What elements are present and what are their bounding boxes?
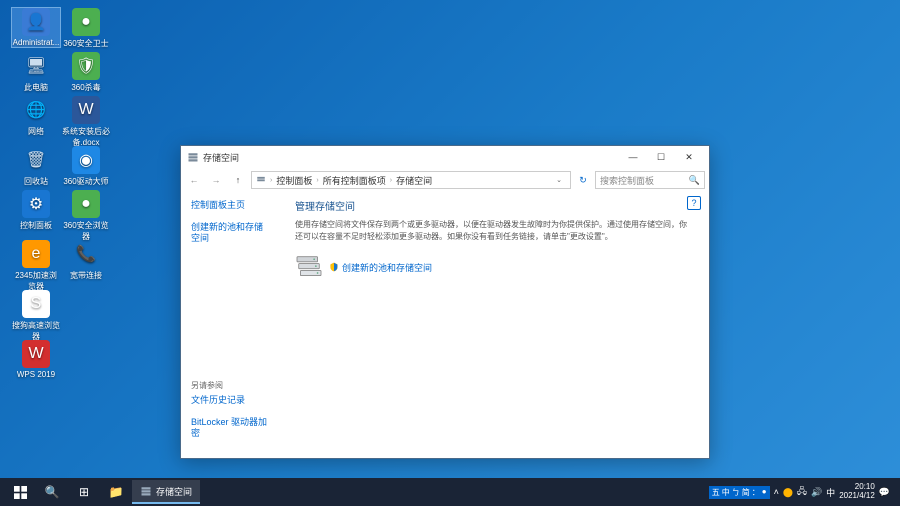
desktop-icon[interactable]: 🌐网络 xyxy=(12,96,60,137)
back-button[interactable]: ← xyxy=(185,171,203,189)
tray-security-icon[interactable]: ⬤ xyxy=(783,487,793,498)
desktop-icon[interactable]: WWPS 2019 xyxy=(12,340,60,379)
desktop-icon[interactable]: ⚙控制面板 xyxy=(12,190,60,231)
storage-icon xyxy=(187,151,199,163)
desktop-icon[interactable]: 📞宽带连接 xyxy=(62,240,110,281)
maximize-button[interactable]: ☐ xyxy=(647,148,675,166)
shield-icon xyxy=(329,262,339,272)
breadcrumb[interactable]: › 控制面板 › 所有控制面板项 › 存储空间 ⌄ xyxy=(251,171,571,189)
tray-volume-icon[interactable]: 🔊 xyxy=(811,487,822,498)
tray-network-icon[interactable]: 🖧 xyxy=(797,484,807,500)
tray-up-icon[interactable]: ˄ xyxy=(774,487,779,497)
desktop-icon[interactable]: e2345加速浏览器 xyxy=(12,240,60,292)
see-also-heading: 另请参阅 xyxy=(191,380,269,391)
sidebar: 控制面板主页 创建新的池和存储空间 另请参阅 文件历史记录 BitLocker … xyxy=(181,192,279,458)
navbar: ← → ↑ › 控制面板 › 所有控制面板项 › 存储空间 ⌄ ↻ 搜索控制面板… xyxy=(181,168,709,192)
sidebar-bitlocker-link[interactable]: BitLocker 驱动器加密 xyxy=(191,417,269,440)
drives-icon xyxy=(295,255,323,279)
clock[interactable]: 20:10 2021/4/12 xyxy=(839,483,875,501)
desktop-icon[interactable]: ●360安全浏览器 xyxy=(62,190,110,242)
search-input[interactable]: 搜索控制面板 🔍 xyxy=(595,171,705,189)
desktop-icon[interactable]: W系统安装后必备.docx xyxy=(62,96,110,148)
tray-ime-icon[interactable]: 中 xyxy=(826,486,835,499)
minimize-button[interactable]: ― xyxy=(619,148,647,166)
crumb[interactable]: 控制面板 xyxy=(276,174,312,187)
taskbar: 🔍 ⊞ 📁 存储空间 五中ㄅ简：● ˄ ⬤ 🖧 🔊 中 20:10 2021/4… xyxy=(0,478,900,506)
system-tray: 五中ㄅ简：● ˄ ⬤ 🖧 🔊 中 20:10 2021/4/12 💬 xyxy=(709,483,896,501)
start-button[interactable] xyxy=(4,478,36,506)
close-button[interactable]: ✕ xyxy=(675,148,703,166)
help-button[interactable]: ? xyxy=(687,196,701,210)
up-button[interactable]: ↑ xyxy=(229,171,247,189)
page-heading: 管理存储空间 xyxy=(295,198,693,213)
explorer-button[interactable]: 📁 xyxy=(100,478,132,506)
desktop-icon[interactable]: 🛡360杀毒 xyxy=(62,52,110,93)
crumb[interactable]: 存储空间 xyxy=(396,174,432,187)
taskbar-task[interactable]: 存储空间 xyxy=(132,480,200,504)
sidebar-create-link[interactable]: 创建新的池和存储空间 xyxy=(191,222,269,245)
storage-icon xyxy=(256,175,266,185)
notifications-icon[interactable]: 💬 xyxy=(879,487,890,498)
storage-icon xyxy=(140,485,152,497)
desktop-icon[interactable]: 🗑回收站 xyxy=(12,146,60,187)
desktop-icon[interactable]: 👤Administrat... xyxy=(12,8,60,47)
desktop-icon[interactable]: ●360安全卫士 xyxy=(62,8,110,49)
ime-indicator[interactable]: 五中ㄅ简：● xyxy=(709,486,770,499)
refresh-button[interactable]: ↻ xyxy=(575,175,591,186)
window-title: 存储空间 xyxy=(203,151,239,164)
titlebar: 存储空间 ― ☐ ✕ xyxy=(181,146,709,168)
forward-button: → xyxy=(207,171,225,189)
create-pool-link[interactable]: 创建新的池和存储空间 xyxy=(329,261,432,274)
task-view-button[interactable]: ⊞ xyxy=(68,478,100,506)
page-description: 使用存储空间将文件保存到两个或更多驱动器，以便在驱动器发生故障时为你提供保护。通… xyxy=(295,219,693,243)
sidebar-history-link[interactable]: 文件历史记录 xyxy=(191,395,269,407)
search-button[interactable]: 🔍 xyxy=(36,478,68,506)
desktop-icon[interactable]: 🖥此电脑 xyxy=(12,52,60,93)
control-panel-window: 存储空间 ― ☐ ✕ ← → ↑ › 控制面板 › 所有控制面板项 › 存储空间… xyxy=(180,145,710,459)
main-content: 管理存储空间 使用存储空间将文件保存到两个或更多驱动器，以便在驱动器发生故障时为… xyxy=(279,192,709,458)
sidebar-home-link[interactable]: 控制面板主页 xyxy=(191,200,269,212)
search-icon: 🔍 xyxy=(689,175,700,186)
desktop-icon[interactable]: ◉360驱动大师 xyxy=(62,146,110,187)
desktop-icon[interactable]: S搜狗高速浏览器 xyxy=(12,290,60,342)
crumb[interactable]: 所有控制面板项 xyxy=(323,174,386,187)
